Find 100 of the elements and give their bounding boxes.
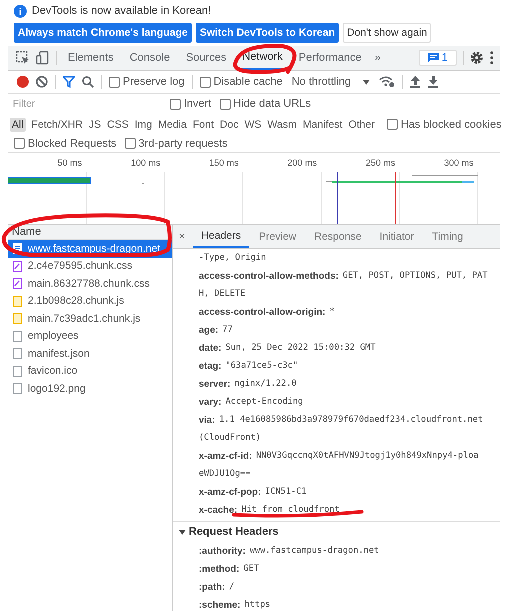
request-row[interactable]: main.7c39adc1.chunk.js: [8, 310, 172, 328]
header-value: (CloudFront): [199, 433, 262, 443]
network-conditions-icon[interactable]: [379, 76, 396, 88]
upload-icon[interactable]: [410, 76, 422, 88]
checkbox[interactable]: [220, 98, 231, 110]
more-tabs-button[interactable]: »: [372, 52, 384, 64]
timeline-tick-label: 150 ms: [208, 158, 240, 168]
request-row[interactable]: logo192.png: [8, 380, 172, 398]
header-value: H, DELETE: [199, 289, 246, 299]
detail-tab[interactable]: Initiator: [372, 225, 422, 248]
checkbox[interactable]: [109, 76, 120, 88]
request-row[interactable]: 2.1b098c28.chunk.js: [8, 292, 172, 310]
header-value: nginx/1.22.0: [234, 379, 297, 389]
column-header[interactable]: Name: [8, 225, 172, 240]
file-icon: [13, 383, 22, 394]
type-filter-button[interactable]: CSS: [105, 118, 131, 132]
infobar-button[interactable]: Always match Chrome's language: [14, 23, 192, 43]
type-filter-button[interactable]: All: [10, 118, 26, 132]
type-filter-button[interactable]: Font: [191, 118, 216, 132]
type-filter-button[interactable]: Img: [132, 118, 154, 132]
header-value: 1.1 4e16085986bd3a978979f670daedf234.cloudfront.net: [219, 415, 484, 425]
header-name: age:: [199, 324, 219, 336]
file-icon: [13, 348, 22, 360]
panel-tab[interactable]: Sources: [181, 46, 232, 70]
header-value: *: [330, 307, 335, 317]
header-value: Hit from cloudfront: [242, 505, 340, 515]
header-value: https: [244, 600, 271, 610]
type-filter-button[interactable]: Wasm: [266, 118, 299, 132]
device-toolbar-icon[interactable]: [36, 51, 50, 65]
type-filter-button[interactable]: Media: [156, 118, 190, 132]
header-name: x-amz-cf-pop:: [199, 486, 262, 498]
file-icon: [13, 330, 22, 342]
detail-tab[interactable]: Preview: [251, 225, 304, 248]
header-value: GET: [244, 564, 260, 574]
header-value: 77: [222, 325, 233, 335]
type-filter-button[interactable]: Manifest: [301, 118, 345, 132]
clear-icon[interactable]: [36, 76, 48, 88]
request-row[interactable]: favicon.ico: [8, 362, 172, 380]
info-icon: [14, 4, 27, 18]
header-name: :authority:: [199, 546, 246, 556]
download-icon[interactable]: [428, 76, 440, 88]
close-button[interactable]: ×: [179, 230, 192, 242]
checkbox-label: Blocked Requests: [28, 138, 117, 150]
more-menu-icon[interactable]: [490, 51, 494, 65]
checkbox-label: Hide data URLs: [234, 98, 312, 110]
header-name: via:: [199, 414, 216, 426]
infobar-button[interactable]: Don't show again: [343, 23, 432, 43]
detail-tab[interactable]: Response: [306, 225, 370, 248]
type-filter-button[interactable]: Other: [346, 118, 377, 132]
header-name: access-control-allow-methods:: [199, 270, 339, 282]
detail-tab[interactable]: Timing: [424, 225, 472, 248]
panel-tab[interactable]: Performance: [294, 46, 367, 70]
checkbox-label: Has blocked cookies: [400, 118, 502, 130]
file-icon: [13, 313, 22, 324]
header-value: NN0V3GqccnqX0tAFHVN9Jtogj1y0h849xNnpy4-ploa: [256, 451, 479, 461]
timeline-tick-label: 100 ms: [130, 158, 162, 168]
checkbox[interactable]: [14, 138, 25, 149]
message-icon: [428, 53, 439, 63]
type-filter-button[interactable]: WS: [242, 118, 264, 132]
header-name: etag:: [199, 360, 222, 372]
type-filter-button[interactable]: Fetch/XHR: [30, 118, 86, 132]
checkbox[interactable]: [386, 119, 398, 130]
record-icon[interactable]: [17, 76, 29, 88]
checkbox[interactable]: [170, 98, 181, 110]
header-name: vary:: [199, 396, 222, 408]
checkbox[interactable]: [124, 138, 136, 149]
issues-badge[interactable]: 1: [418, 50, 457, 66]
request-row[interactable]: 2.c4e79595.chunk.css: [8, 258, 172, 275]
issues-count: 1: [442, 52, 448, 64]
checkbox-label: Disable cache: [214, 76, 283, 88]
timeline-tick-label: 300 ms: [443, 158, 475, 168]
filter-icon[interactable]: [63, 76, 75, 88]
header-value: Accept-Encoding: [226, 397, 304, 407]
header-name: :scheme:: [199, 600, 241, 610]
throttling-dropdown[interactable]: No throttling: [290, 76, 372, 88]
header-name: date:: [199, 342, 222, 354]
expand-arrow-icon[interactable]: [179, 528, 186, 536]
search-icon[interactable]: [82, 76, 94, 88]
detail-tab[interactable]: Headers: [193, 225, 250, 248]
panel-tab[interactable]: Network: [238, 46, 288, 70]
panel-tab[interactable]: Console: [124, 46, 176, 70]
header-value: ICN51-C1: [265, 487, 307, 497]
request-row[interactable]: employees: [8, 328, 172, 345]
header-name: :method:: [199, 564, 240, 574]
header-value: /: [229, 582, 235, 592]
timeline-tick-label: 200 ms: [286, 158, 318, 168]
header-name: x-cache:: [199, 504, 238, 516]
inspect-icon[interactable]: [16, 51, 30, 65]
checkbox[interactable]: [200, 76, 211, 88]
settings-icon[interactable]: [470, 51, 484, 65]
header-value: GET, POST, OPTIONS, PUT, PAT: [342, 271, 488, 281]
header-name: x-amz-cf-id:: [199, 450, 252, 462]
panel-tab[interactable]: Elements: [63, 46, 119, 70]
checkbox-label: 3rd-party requests: [138, 138, 228, 150]
type-filter-button[interactable]: Doc: [218, 118, 241, 132]
request-row[interactable]: main.86327788.chunk.css: [8, 275, 172, 292]
request-row[interactable]: manifest.json: [8, 345, 172, 362]
infobar-button[interactable]: Switch DevTools to Korean: [196, 23, 340, 43]
header-value: eWDJU1Og==: [199, 469, 251, 479]
type-filter-button[interactable]: JS: [87, 118, 104, 132]
